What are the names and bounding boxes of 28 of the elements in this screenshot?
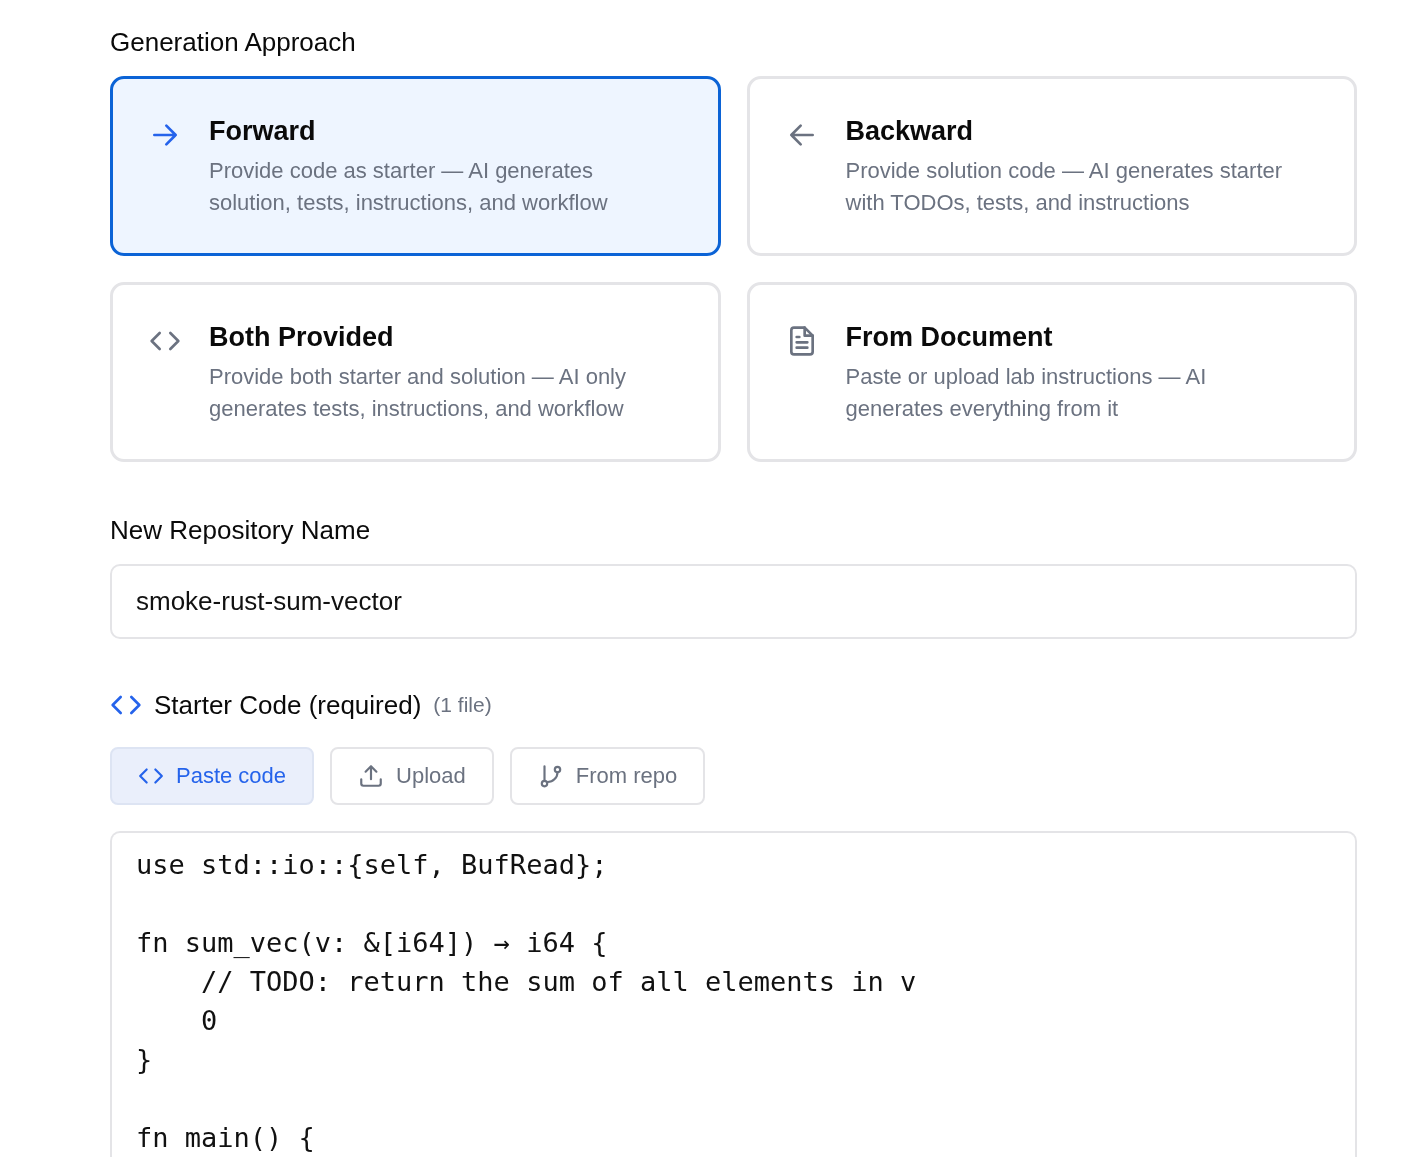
option-title: Forward <box>209 115 317 147</box>
code-line: fn main() { <box>136 1121 316 1155</box>
approach-option-card[interactable]: Both Provided Provide both starter and solution — AI only generates tests, instructions, and workflow <box>110 282 721 462</box>
code-line: } <box>136 1043 154 1077</box>
upload-icon <box>358 763 385 789</box>
option-description: Provide solution code — AI generates starter with TODOs, tests, and instructions <box>845 157 1284 217</box>
code-line: // TODO: return the sum of all elements in v <box>200 965 918 999</box>
field-label: New Repository Name <box>110 514 372 546</box>
approach-option-card[interactable]: Backward Provide solution code — AI generates starter with TODOs, tests, and instructions <box>746 76 1357 256</box>
code-editor[interactable]: use std::io::{self, BufRead}; fn sum_vec(v: &[i64]) → i64 { // TODO: return the sum of all elements in v 0 } fn main() { <box>110 831 1357 1157</box>
approach-option-card[interactable]: From Document Paste or upload lab instructions — AI generates everything from it <box>746 282 1357 462</box>
option-description: Paste or upload lab instructions — AI generates everything from it <box>845 363 1208 423</box>
repository-name-field[interactable]: smoke-rust-sum-vector <box>110 564 1357 639</box>
section-label: Generation Approach <box>110 26 357 58</box>
code-line: use std::io::{self, BufRead}; <box>136 848 609 882</box>
option-title: From Document <box>845 321 1054 353</box>
approach-option-card[interactable]: Forward Provide code as starter — AI generates solution, tests, instructions, and workflow <box>110 76 721 256</box>
option-title: Both Provided <box>209 321 395 353</box>
option-description: Provide both starter and solution — AI only generates tests, instructions, and workflow <box>209 363 627 423</box>
file-count: (1 file) <box>433 693 492 717</box>
code-line: 0 <box>200 1004 219 1038</box>
code-line: fn sum_vec(v: &[i64]) → i64 { <box>136 926 609 960</box>
source-tab[interactable]: From repo <box>509 747 706 805</box>
section-label: Starter Code (required) <box>154 689 422 721</box>
option-title: Backward <box>845 115 975 147</box>
source-tab[interactable]: Upload <box>330 747 494 805</box>
option-description: Provide code as starter — AI generates solution, tests, instructions, and workflow <box>209 157 609 217</box>
source-tab[interactable]: Paste code <box>110 747 315 805</box>
